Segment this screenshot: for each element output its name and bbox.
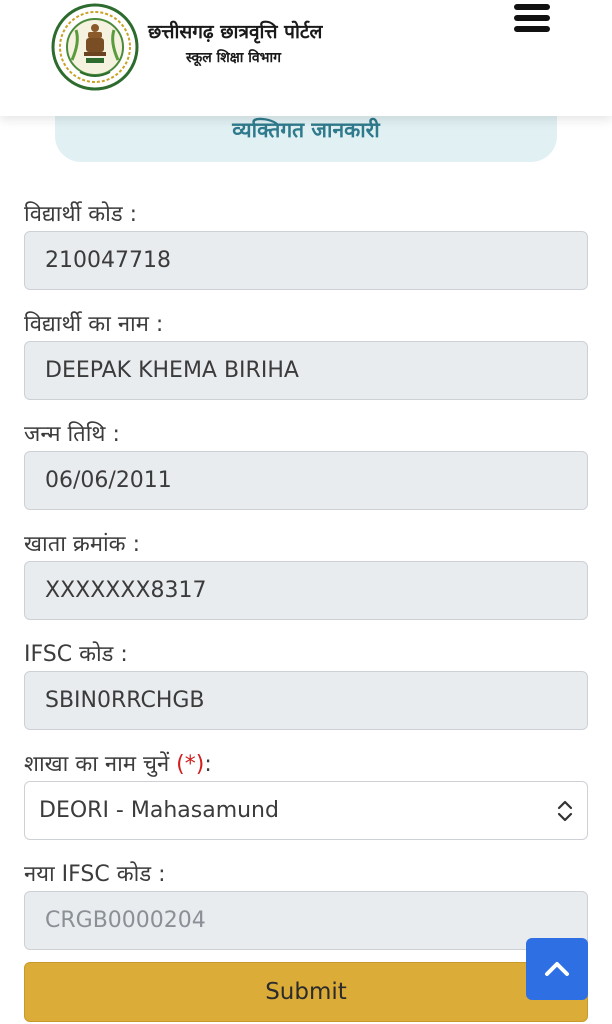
dob-field[interactable]: 06/06/2011	[24, 451, 588, 510]
student-name-label: विद्यार्थी का नाम :	[24, 312, 164, 337]
branch-label: शाखा का नाम चुनें (*):	[24, 748, 212, 778]
emblem-logo	[51, 3, 139, 91]
ifsc-field[interactable]: SBIN0RRCHGB	[24, 671, 588, 730]
portal-subtitle: स्कूल शिक्षा विभाग	[186, 50, 282, 66]
section-title: व्यक्तिगत जानकारी	[232, 118, 380, 142]
student-code-field[interactable]: 210047718	[24, 231, 588, 290]
submit-button[interactable]: Submit	[24, 962, 588, 1022]
ifsc-label: IFSC कोड :	[24, 642, 128, 667]
branch-label-text: शाखा का नाम चुनें	[24, 752, 177, 777]
required-mark: (*)	[176, 752, 205, 777]
student-name-field[interactable]: DEEPAK KHEMA BIRIHA	[24, 341, 588, 400]
new-ifsc-field[interactable]: CRGB0000204	[24, 891, 588, 950]
account-number-field[interactable]: XXXXXXX8317	[24, 561, 588, 620]
chevron-up-icon	[545, 962, 569, 976]
hamburger-menu-icon[interactable]	[514, 4, 550, 34]
select-updown-icon	[557, 800, 573, 822]
new-ifsc-label: नया IFSC कोड :	[24, 862, 166, 887]
student-code-label: विद्यार्थी कोड :	[24, 202, 138, 227]
dob-label: जन्म तिथि :	[24, 422, 120, 447]
branch-label-suffix: :	[204, 752, 212, 777]
account-number-label: खाता क्रमांक :	[24, 532, 140, 557]
branch-select[interactable]: DEORI - Mahasamund	[24, 781, 588, 840]
portal-title: छत्तीसगढ़ छात्रवृत्ति पोर्टल	[148, 21, 323, 43]
branch-selected-value: DEORI - Mahasamund	[39, 798, 279, 823]
header: छत्तीसगढ़ छात्रवृत्ति पोर्टल स्कूल शिक्ष…	[0, 0, 612, 116]
scroll-top-button[interactable]	[526, 938, 588, 1000]
